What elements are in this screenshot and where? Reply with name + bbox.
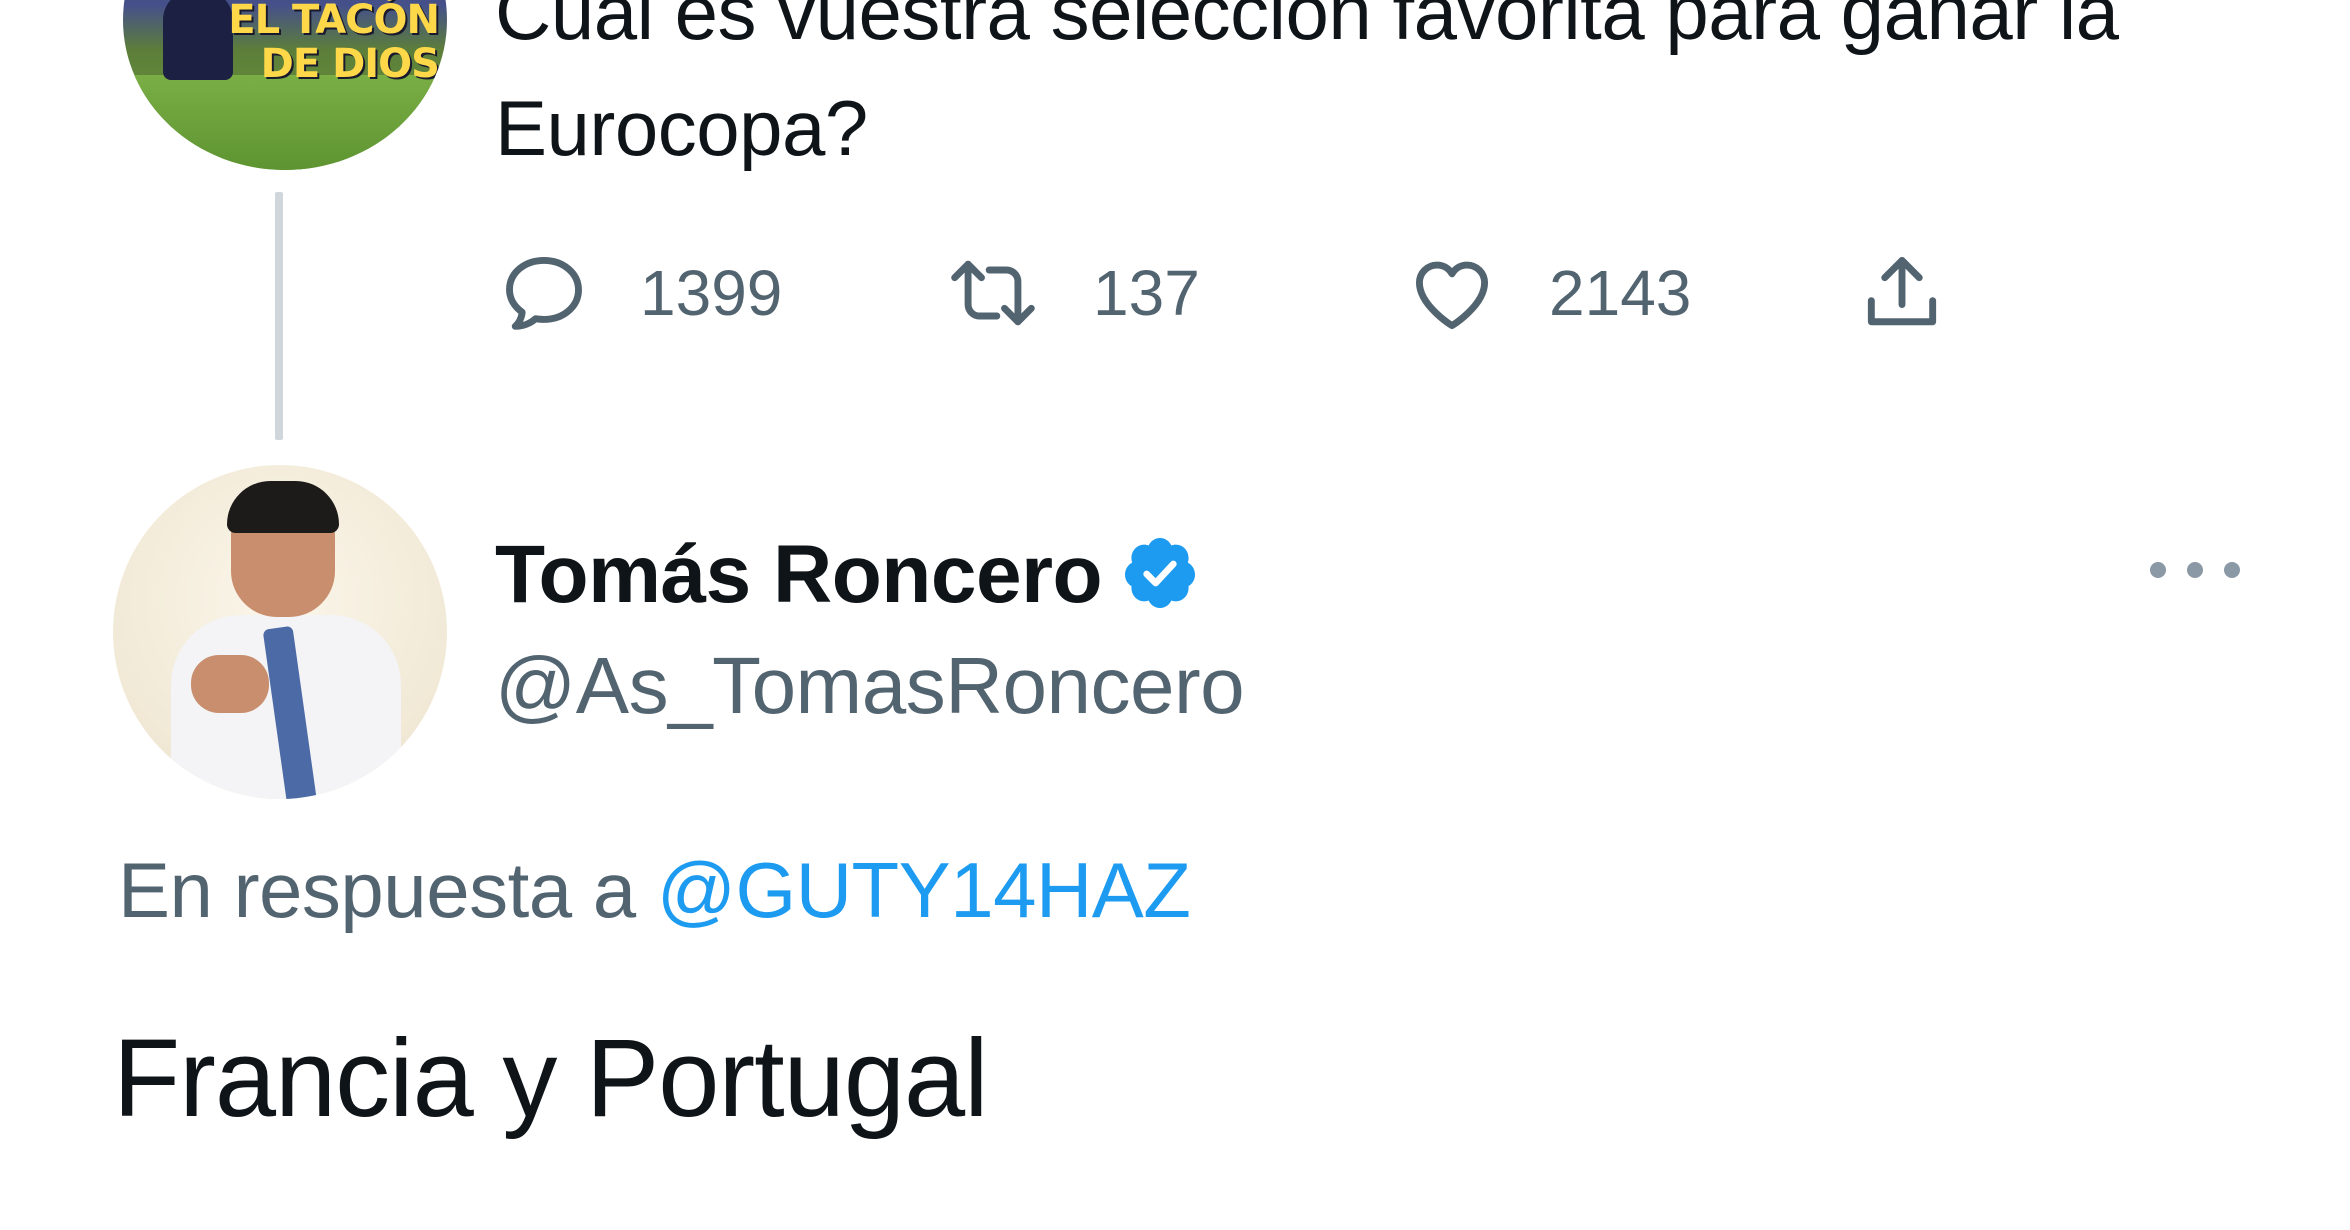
- tweet-thread: EL TACÓN DE DIOS Cuál es vuestra selecci…: [0, 0, 2350, 1230]
- reply-button[interactable]: 1399: [498, 243, 782, 343]
- speech-bubble-icon: [498, 247, 590, 339]
- share-upload-icon: [1856, 247, 1948, 339]
- replying-to-line: En respuesta a @GUTY14HAZ: [118, 845, 1191, 936]
- avatar-grass: [123, 75, 447, 170]
- more-dot: [2224, 562, 2240, 578]
- more-dots-icon[interactable]: [2150, 545, 2240, 595]
- verified-badge-icon: [1120, 533, 1200, 618]
- author-handle[interactable]: @As_TomasRoncero: [495, 640, 1245, 732]
- retweet-count: 137: [1093, 257, 1200, 329]
- reply-author-avatar[interactable]: [113, 465, 447, 799]
- reply-tweet-text: Francia y Portugal: [113, 1017, 989, 1140]
- author-display-name[interactable]: Tomás Roncero: [495, 528, 1103, 622]
- avatar-hand: [191, 655, 269, 713]
- parent-avatar[interactable]: EL TACÓN DE DIOS: [123, 0, 447, 170]
- parent-tweet-text: Cuál es vuestra selección favorita para …: [495, 0, 2119, 172]
- avatar-hair: [227, 481, 339, 533]
- replying-to-handle-link[interactable]: @GUTY14HAZ: [657, 846, 1191, 934]
- avatar-logo-line1: EL TACÓN: [228, 0, 440, 43]
- heart-icon: [1405, 247, 1499, 339]
- more-dot: [2187, 562, 2203, 578]
- retweet-button[interactable]: 137: [943, 243, 1200, 343]
- like-button[interactable]: 2143: [1405, 243, 1691, 343]
- replying-to-prefix: En respuesta a: [118, 846, 636, 934]
- share-button[interactable]: [1856, 243, 1948, 343]
- avatar-logo-text: EL TACÓN DE DIOS: [228, 0, 440, 87]
- tweet-action-bar: 1399 137 2143: [0, 243, 2350, 343]
- reply-count: 1399: [640, 257, 783, 329]
- avatar-player: [163, 0, 233, 80]
- more-dot: [2150, 562, 2166, 578]
- avatar-logo-line2: DE DIOS: [260, 41, 440, 87]
- retweet-icon: [943, 247, 1043, 339]
- like-count: 2143: [1549, 257, 1692, 329]
- author-name-row: Tomás Roncero: [495, 520, 1200, 630]
